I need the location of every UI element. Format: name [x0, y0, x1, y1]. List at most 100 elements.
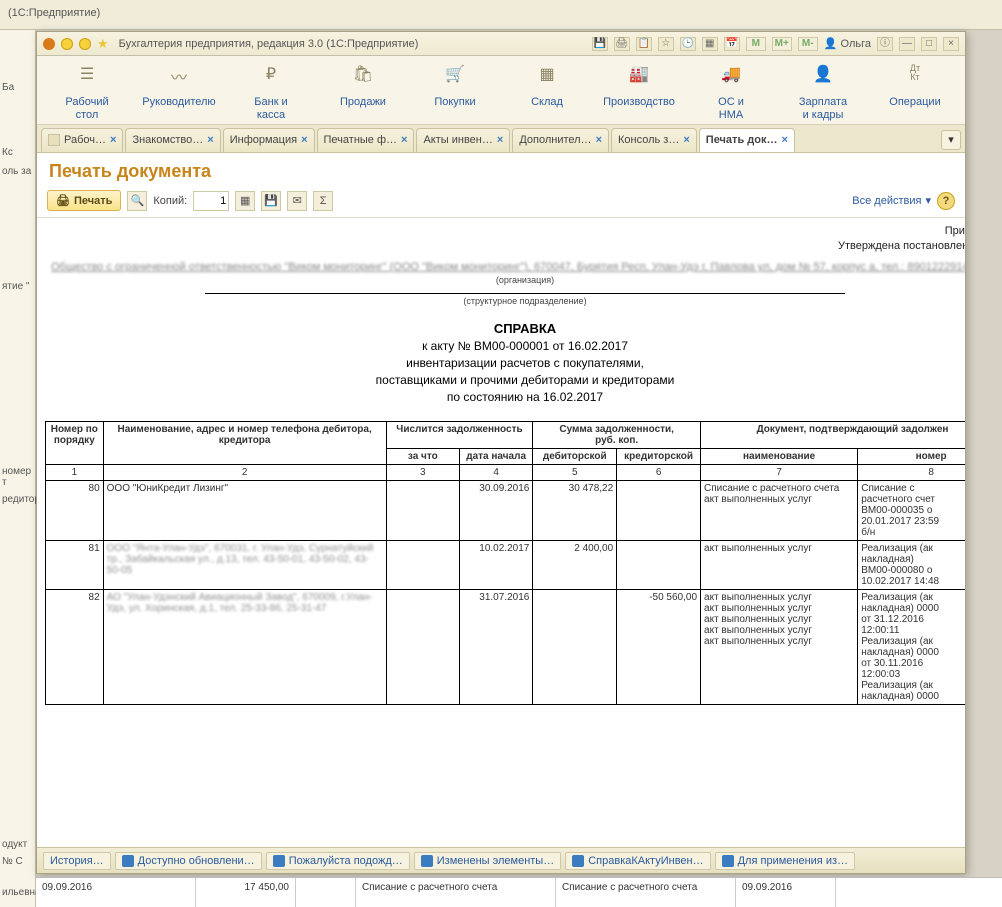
mail-icon[interactable]: ✉	[287, 191, 307, 211]
approval-block: Приложен Утверждена постановлением Г	[45, 224, 965, 253]
tab-intro[interactable]: Знакомство…×	[125, 128, 220, 152]
copy-icon[interactable]: 📋	[636, 37, 652, 51]
save-icon[interactable]: 💾	[592, 37, 608, 51]
all-actions-button[interactable]: Все действия ▾	[852, 194, 931, 207]
info-icon	[273, 855, 285, 867]
table-body: 80ООО "ЮниКредит Лизинг"30.09.201630 478…	[46, 481, 966, 705]
info-icon[interactable]: ⓘ	[877, 37, 893, 51]
status-spravka-button[interactable]: СправкаКАктуИнвен…	[565, 852, 710, 870]
sum-icon[interactable]: Σ	[313, 191, 333, 211]
subdivision-caption: (структурное подразделение)	[45, 296, 965, 306]
tool-bank[interactable]: ₽Банк и касса	[225, 64, 317, 122]
organization-line: Общество с ограниченной ответственностью…	[45, 261, 965, 273]
status-wait-button[interactable]: Пожалуйста подожд…	[266, 852, 410, 870]
copies-label: Копий:	[153, 195, 187, 207]
history-icon[interactable]: 🕒	[680, 37, 696, 51]
tab-close-icon[interactable]: ×	[401, 134, 407, 146]
calendar-icon[interactable]: 📅	[724, 37, 740, 51]
tool-purchases[interactable]: 🛒Покупки	[409, 64, 501, 122]
help-icon[interactable]: ?	[937, 192, 955, 210]
tab-close-icon[interactable]: ×	[207, 134, 213, 146]
table-icon[interactable]: ▦	[235, 191, 255, 211]
calc-icon[interactable]: ▦	[702, 37, 718, 51]
truck-icon: 🚚	[720, 64, 742, 82]
tab-close-icon[interactable]: ×	[781, 134, 787, 146]
tab-close-icon[interactable]: ×	[301, 134, 307, 146]
ruble-icon: ₽	[260, 64, 282, 82]
status-bar: История… Доступно обновлени… Пожалуйста …	[37, 847, 965, 873]
tab-additional[interactable]: Дополнител…×	[512, 128, 609, 152]
tool-stock[interactable]: ▦Склад	[501, 64, 593, 122]
tool-assets[interactable]: 🚚ОС и НМА	[685, 64, 777, 122]
app-logo-icon	[43, 38, 55, 50]
tab-close-icon[interactable]: ×	[110, 134, 116, 146]
forward-icon[interactable]	[79, 38, 91, 50]
user-label[interactable]: 👤 Ольга	[824, 37, 871, 50]
close-icon[interactable]: ×	[943, 37, 959, 51]
chart-icon: 〰	[168, 64, 190, 82]
main-window: ★ Бухгалтерия предприятия, редакция 3.0 …	[36, 31, 966, 874]
background-left-strip: Ба Кс оль за ятие " номер т редитора оду…	[0, 30, 36, 907]
subdivision-line	[205, 293, 845, 294]
tab-close-icon[interactable]: ×	[596, 134, 602, 146]
tab-close-icon[interactable]: ×	[497, 134, 503, 146]
tab-icon	[48, 134, 60, 146]
status-changed-button[interactable]: Изменены элементы…	[414, 852, 561, 870]
minimize-icon[interactable]: —	[899, 37, 915, 51]
tab-printforms[interactable]: Печатные ф…×	[317, 128, 415, 152]
print-button[interactable]: 🖨 Печать	[47, 190, 121, 211]
tab-bar: Рабоч…× Знакомство…× Информация× Печатны…	[37, 125, 965, 153]
memory-mminus-button[interactable]: M-	[798, 37, 818, 51]
tab-close-icon[interactable]: ×	[683, 134, 689, 146]
tool-operations[interactable]: Дт КтОперации	[869, 64, 961, 122]
bag-icon: 🛍	[352, 64, 374, 82]
memory-m-button[interactable]: M	[746, 37, 766, 51]
status-update-button[interactable]: Доступно обновлени…	[115, 852, 262, 870]
tab-printdoc[interactable]: Печать док…×	[699, 128, 795, 152]
table-row: 80ООО "ЮниКредит Лизинг"30.09.201630 478…	[46, 481, 966, 541]
maximize-icon[interactable]: □	[921, 37, 937, 51]
action-bar: 🖨 Печать 🔍 Копий: ▦ 💾 ✉ Σ Все действия ▾…	[37, 188, 965, 218]
grid-icon: ▦	[536, 64, 558, 82]
person-icon: 👤	[812, 64, 834, 82]
content-area: Печать документа 🖨 Печать 🔍 Копий: ▦ 💾 ✉…	[37, 153, 965, 847]
favorite-icon[interactable]: ★	[97, 36, 109, 52]
tab-desktop[interactable]: Рабоч…×	[41, 128, 123, 152]
tab-console[interactable]: Консоль з…×	[611, 128, 697, 152]
factory-icon: 🏭	[628, 64, 650, 82]
copies-input[interactable]	[193, 191, 229, 211]
organization-caption: (организация)	[45, 275, 965, 285]
status-apply-button[interactable]: Для применения из…	[715, 852, 855, 870]
table-row: 82АО "Улан-Удэнский Авиационный Завод", …	[46, 590, 966, 705]
background-bottom-row: 09.09.2016 17 450,00 Списание с расчетно…	[36, 877, 1002, 907]
tool-desktop[interactable]: ☰Рабочий стол	[41, 64, 133, 122]
dtkt-icon: Дт Кт	[904, 64, 926, 82]
background-window-title: (1С:Предприятие)	[0, 0, 1002, 30]
info-icon	[722, 855, 734, 867]
info-icon	[572, 855, 584, 867]
tool-production[interactable]: 🏭Производство	[593, 64, 685, 122]
info-icon	[122, 855, 134, 867]
tabs-dropdown-icon[interactable]: ▾	[941, 130, 961, 150]
tool-salary[interactable]: 👤Зарплата и кадры	[777, 64, 869, 122]
back-icon[interactable]	[61, 38, 73, 50]
tab-info[interactable]: Информация×	[223, 128, 315, 152]
titlebar: ★ Бухгалтерия предприятия, редакция 3.0 …	[37, 32, 965, 56]
save-disk-icon[interactable]: 💾	[261, 191, 281, 211]
page-title: Печать документа	[37, 153, 965, 188]
document-scroll-area[interactable]: Приложен Утверждена постановлением Г Общ…	[37, 218, 965, 847]
document-heading: СПРАВКА к акту № ВМ00-000001 от 16.02.20…	[45, 320, 965, 405]
main-toolbar: ☰Рабочий стол 〰Руководителю ₽Банк и касс…	[37, 56, 965, 125]
star-icon[interactable]: ☆	[658, 37, 674, 51]
tab-acts[interactable]: Акты инвен…×	[416, 128, 510, 152]
memory-mplus-button[interactable]: M+	[772, 37, 792, 51]
cart-icon: 🛒	[444, 64, 466, 82]
status-history-button[interactable]: История…	[43, 852, 111, 870]
preview-icon[interactable]: 🔍	[127, 191, 147, 211]
document-body: Приложен Утверждена постановлением Г Общ…	[45, 224, 965, 705]
tool-manager[interactable]: 〰Руководителю	[133, 64, 225, 122]
tool-sales[interactable]: 🛍Продажи	[317, 64, 409, 122]
window-title: Бухгалтерия предприятия, редакция 3.0 (1…	[119, 38, 586, 50]
table-header: Номер по порядку Наименование, адрес и н…	[46, 422, 966, 481]
print-icon[interactable]: 🖨	[614, 37, 630, 51]
